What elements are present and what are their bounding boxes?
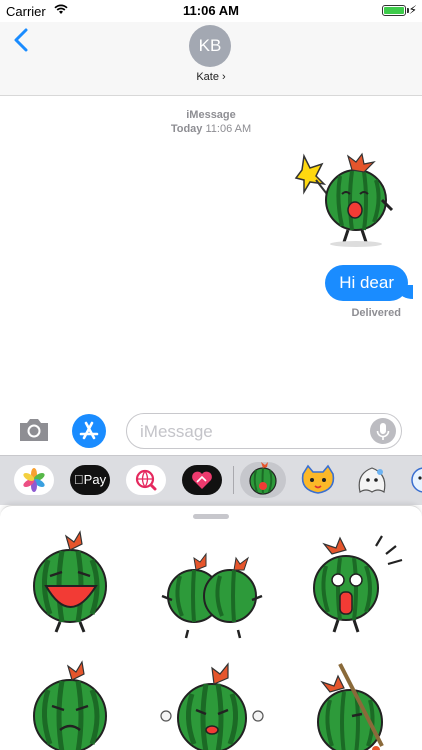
app-drawer: Pay — [0, 455, 422, 505]
message-input[interactable]: iMessage — [126, 413, 402, 449]
service-label: iMessage — [186, 109, 236, 121]
more-sticker-app[interactable] — [404, 464, 422, 496]
microphone-icon — [376, 423, 390, 440]
timestamp-time: 11:06 AM — [205, 123, 252, 135]
cat-sticker-app[interactable] — [298, 464, 338, 496]
conversation-header: KB Kate › — [0, 22, 422, 96]
apple-pay-label: Pay — [78, 472, 106, 487]
contact-avatar[interactable]: KB — [189, 25, 231, 67]
globe-search-icon — [135, 469, 157, 491]
sticker-crying[interactable] — [12, 656, 132, 750]
photos-app[interactable] — [14, 465, 54, 495]
apple-pay-app[interactable]: Pay — [70, 465, 110, 495]
app-store-button[interactable] — [72, 414, 106, 448]
sticker-sad[interactable] — [152, 656, 272, 750]
sticker-samurai[interactable] — [292, 656, 412, 750]
bubble-tail-mask — [413, 281, 422, 301]
heart-icon — [192, 471, 212, 489]
status-bar: Carrier 11:06 AM ⚡ — [0, 0, 422, 22]
drawer-divider — [233, 466, 234, 494]
microphone-button[interactable] — [370, 418, 396, 444]
message-timestamp: Today 11:06 AM — [0, 123, 422, 135]
digital-touch-app[interactable] — [182, 465, 222, 495]
sent-sticker[interactable] — [288, 150, 406, 250]
ghost-sticker-app[interactable] — [352, 464, 392, 496]
message-placeholder: iMessage — [140, 422, 213, 441]
photos-icon — [23, 468, 45, 492]
delivery-receipt: Delivered — [351, 307, 401, 319]
status-time: 11:06 AM — [183, 3, 239, 18]
sticker-laughing[interactable] — [12, 528, 132, 638]
sticker-shocked[interactable] — [292, 532, 412, 642]
watermelon-sticker-app-selected[interactable] — [240, 462, 286, 498]
sent-message-bubble[interactable]: Hi dear — [325, 265, 408, 301]
charging-bolt-icon: ⚡ — [408, 3, 417, 17]
app-store-icon — [79, 421, 99, 440]
web-search-app[interactable] — [126, 465, 166, 495]
sticker-hugging[interactable] — [152, 544, 272, 654]
apple-icon:  — [74, 472, 84, 487]
back-chevron-icon[interactable] — [10, 26, 34, 54]
battery-icon — [382, 5, 406, 16]
timestamp-day: Today — [170, 123, 203, 135]
watermelon-app-icon — [249, 462, 277, 495]
camera-icon[interactable] — [18, 416, 50, 443]
drawer-grabber[interactable] — [193, 514, 229, 519]
contact-name[interactable]: Kate › — [0, 71, 422, 83]
sticker-browser — [0, 505, 422, 750]
